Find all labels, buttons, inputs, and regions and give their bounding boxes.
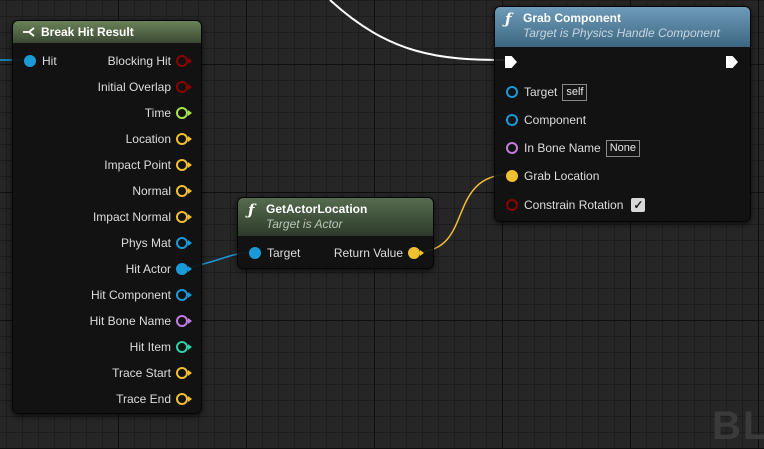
pin-label: Trace End [116,392,171,406]
node-subtitle: Target is Physics Handle Component [523,26,720,40]
pin-label: Return Value [333,246,403,260]
get-actor-location-node[interactable]: ƒ GetActorLocation Target is Actor Targe… [237,197,434,269]
pin-time[interactable]: Time [144,105,192,121]
pin-target[interactable]: Target [249,245,300,261]
pin-label: Constrain Rotation [524,198,624,212]
pin-icon[interactable] [176,341,192,353]
pin-hit-component[interactable]: Hit Component [90,287,192,303]
node-title: Break Hit Result [41,25,134,39]
pin-hit-actor[interactable]: Hit Actor [125,261,192,277]
function-icon: ƒ [248,201,255,219]
constrain-rotation-checkbox[interactable]: ✓ [631,198,646,212]
pin-normal[interactable]: Normal [132,183,192,199]
pin-trace-end[interactable]: Trace End [116,391,192,407]
pin-icon[interactable] [506,114,518,126]
pin-label: Impact Normal [92,210,171,224]
break-hit-result-node[interactable]: Break Hit Result Hit Blocking Hit Initial… [12,20,202,414]
pin-hit-item[interactable]: Hit Item [129,339,192,355]
grab-component-node[interactable]: ƒ Grab Component Target is Physics Handl… [494,6,751,222]
pin-hit-bone-name[interactable]: Hit Bone Name [89,313,192,329]
pin-blocking-hit[interactable]: Blocking Hit [107,53,192,69]
pin-icon[interactable] [506,170,518,182]
pin-constrain-rotation[interactable]: Constrain Rotation ✓ [506,197,646,213]
pin-icon[interactable] [176,185,192,197]
pin-icon[interactable] [408,247,424,259]
exec-input-pin[interactable] [505,56,517,68]
pin-icon[interactable] [176,237,192,249]
pin-icon[interactable] [176,211,192,223]
pin-impact-normal[interactable]: Impact Normal [92,209,192,225]
pin-icon[interactable] [249,247,261,259]
pin-icon[interactable] [176,107,192,119]
exec-wire [329,0,506,61]
node-header[interactable]: ƒ Grab Component Target is Physics Handl… [495,7,750,47]
pin-return-value[interactable]: Return Value [333,245,424,261]
pin-default-value-box[interactable]: None [605,139,641,157]
node-title: GetActorLocation [266,202,368,216]
function-icon: ƒ [505,10,512,28]
pin-label: Hit Item [129,340,171,354]
pin-icon[interactable] [176,133,192,145]
pin-initial-overlap[interactable]: Initial Overlap [97,79,192,95]
break-struct-icon [23,27,35,37]
node-subtitle: Target is Actor [266,217,343,231]
node-header[interactable]: Break Hit Result [13,21,201,43]
pin-label: Normal [132,184,171,198]
pin-label: Hit [42,54,57,68]
pin-label: Hit Actor [125,262,171,276]
pin-label: Target [267,246,301,260]
pin-label: Hit Bone Name [89,314,171,328]
pin-label: Component [524,113,587,127]
pin-icon[interactable] [506,86,518,98]
exec-output-pin[interactable] [726,56,738,68]
pin-label: In Bone Name [524,141,601,155]
pin-label: Phys Mat [120,236,171,250]
node-header[interactable]: ƒ GetActorLocation Target is Actor [238,198,433,236]
pin-label: Initial Overlap [97,80,171,94]
pin-location[interactable]: Location [125,131,192,147]
pin-icon[interactable] [176,55,192,67]
pin-impact-point[interactable]: Impact Point [104,157,192,173]
pin-hit[interactable]: Hit [24,53,57,69]
pin-icon[interactable] [176,289,192,301]
pin-label: Impact Point [104,158,171,172]
pin-label: Time [144,106,171,120]
pin-icon[interactable] [176,263,192,275]
pin-in-bone-name[interactable]: In Bone Name None [506,139,641,157]
pin-component[interactable]: Component [506,112,586,128]
pin-label: Blocking Hit [107,54,171,68]
pin-icon[interactable] [176,315,192,327]
pin-default-value-box[interactable]: self [562,83,588,101]
pin-grab-location[interactable]: Grab Location [506,168,599,184]
pin-label: Grab Location [524,169,600,183]
pin-target[interactable]: Target self [506,83,588,101]
pin-label: Trace Start [112,366,171,380]
pin-icon[interactable] [176,367,192,379]
pin-label: Target [524,85,558,99]
pin-phys-mat[interactable]: Phys Mat [120,235,192,251]
node-title: Grab Component [523,11,621,25]
watermark: BL [712,404,764,448]
pin-icon[interactable] [506,142,518,154]
pin-icon[interactable] [176,393,192,405]
pin-icon[interactable] [176,159,192,171]
pin-icon[interactable] [176,81,192,93]
pin-label: Location [125,132,171,146]
pin-label: Hit Component [90,288,171,302]
pin-icon[interactable] [506,199,518,211]
pin-trace-start[interactable]: Trace Start [112,365,192,381]
pin-icon[interactable] [24,55,36,67]
